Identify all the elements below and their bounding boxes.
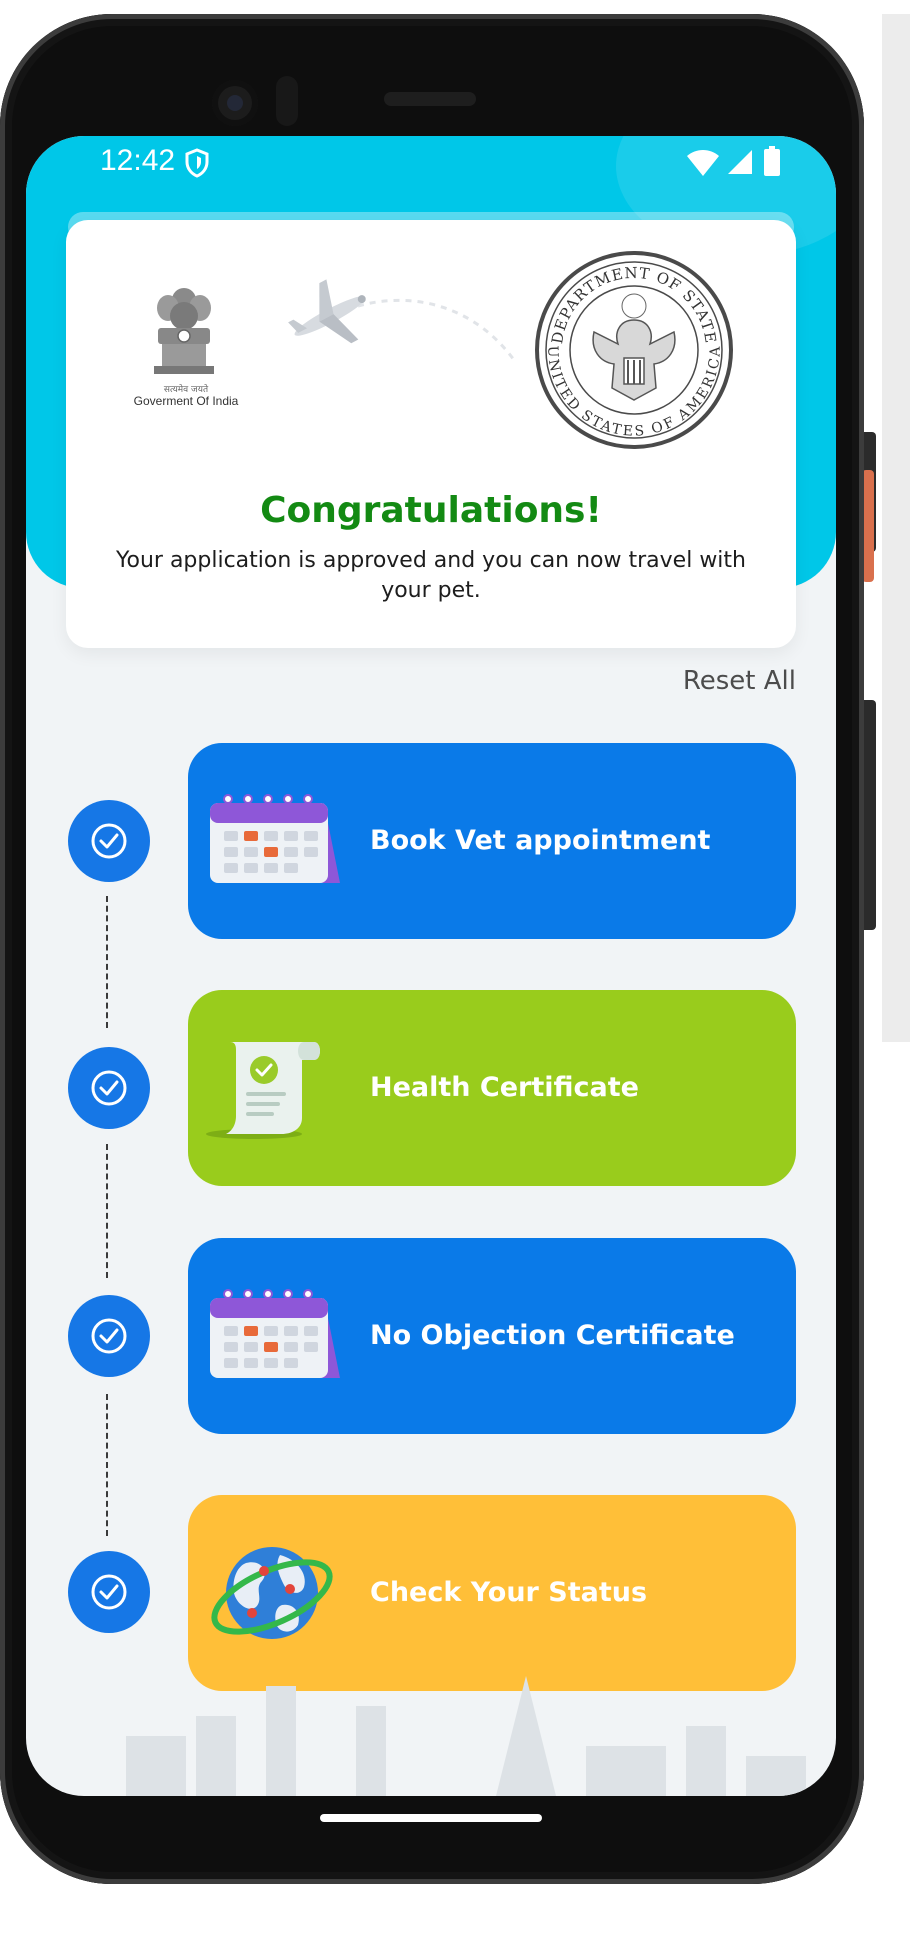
status-time: 12:42 [100,144,176,177]
emblem-caption: Goverment Of India [133,394,239,408]
proximity-sensor [276,76,298,126]
check-circle-icon [91,1070,127,1106]
approval-message: Your application is approved and you can… [115,548,746,603]
signal-icon [728,150,752,174]
calendar-icon [210,1289,340,1378]
timeline-connector [106,896,108,1028]
device-mockup: 12:42 सत्यमेव जयते Goverment Of India DE… [0,0,910,1944]
step-complete-check [68,1295,150,1377]
background-panel [882,14,910,1042]
status-bar: 12:42 [26,136,836,192]
check-circle-icon [91,1318,127,1354]
phone-frame: 12:42 सत्यमेव जयते Goverment Of India DE… [0,14,864,1884]
airplane-icon [288,279,366,344]
step-label: Book Vet appointment [370,825,711,856]
timeline-connector [106,1144,108,1278]
check-circle-icon [91,1574,127,1610]
battery-icon [764,146,780,176]
front-camera [212,80,258,126]
shield-icon [185,148,209,178]
step-book-vet-appointment[interactable]: Book Vet appointment [188,743,796,939]
app-screen: 12:42 सत्यमेव जयते Goverment Of India DE… [26,136,836,1796]
reset-all-button[interactable]: Reset All [683,666,796,696]
congratulations-title: Congratulations! [260,490,602,531]
calendar-icon [210,794,340,883]
step-check-your-status[interactable]: Check Your Status [188,1495,796,1691]
timeline-connector [106,1394,108,1536]
earpiece-speaker [384,92,476,106]
step-complete-check [68,1047,150,1129]
certificate-scroll-icon [206,1042,320,1139]
wifi-icon [687,150,719,176]
home-indicator[interactable] [320,1814,542,1822]
step-health-certificate[interactable]: Health Certificate [188,990,796,1186]
globe-icon [211,1547,333,1639]
step-label: Health Certificate [370,1072,639,1103]
flight-path [357,298,516,361]
step-label: Check Your Status [370,1577,648,1608]
step-complete-check [68,1551,150,1633]
step-complete-check [68,800,150,882]
us-state-department-seal-icon: DEPARTMENT OF STATE UNITED STATES OF AME… [535,251,733,449]
step-no-objection-certificate[interactable]: No Objection Certificate [188,1238,796,1434]
step-label: No Objection Certificate [370,1320,735,1351]
check-circle-icon [91,823,127,859]
approval-card: सत्यमेव जयते Goverment Of India DEPARTME… [66,220,796,648]
city-skyline-illustration [126,1676,806,1796]
india-emblem-icon [154,288,214,374]
